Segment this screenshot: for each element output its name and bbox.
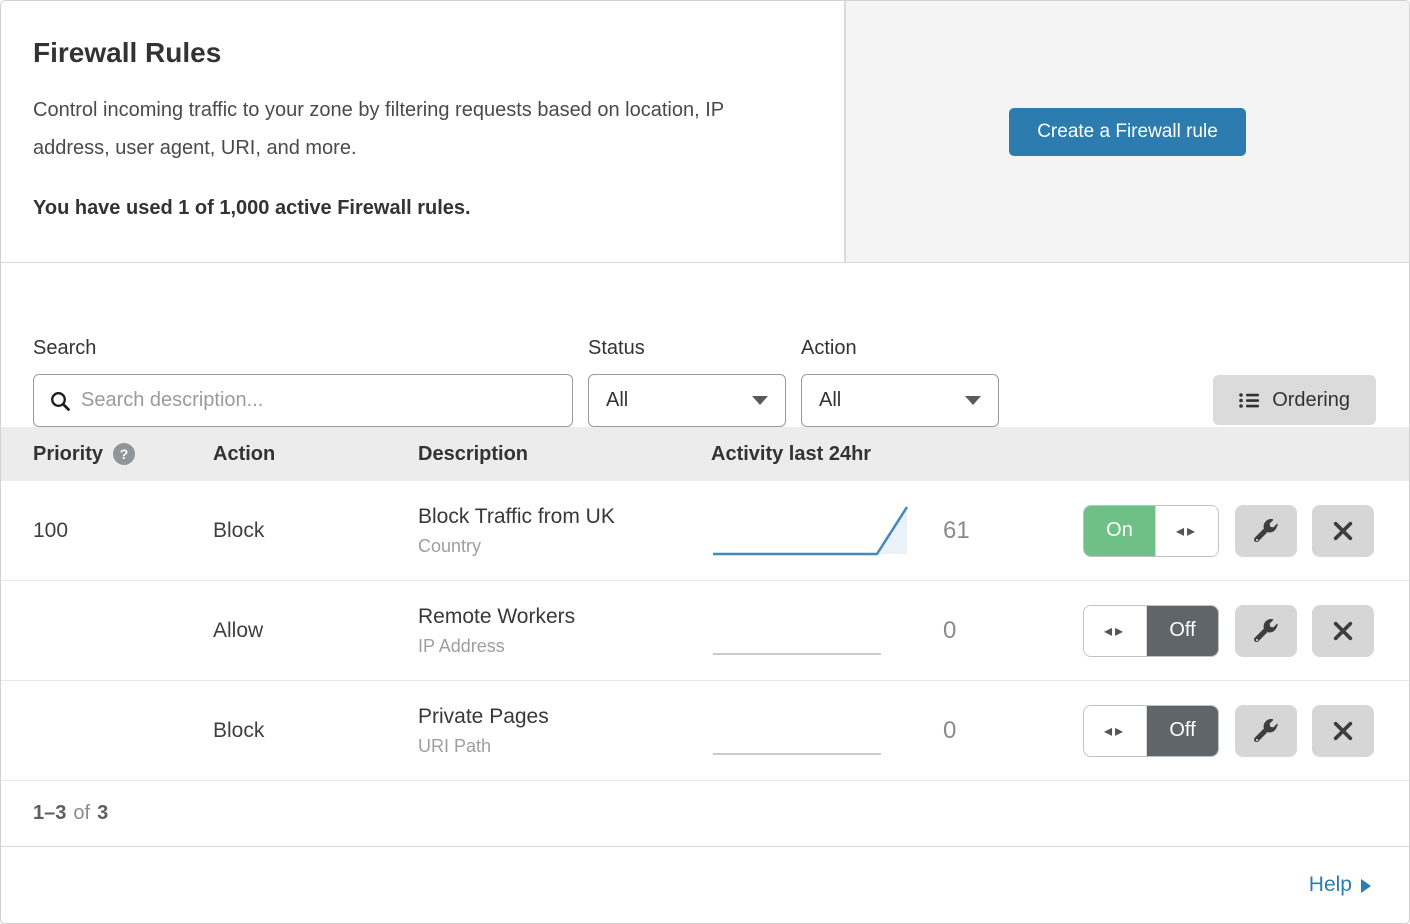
status-label: Status [588,337,786,360]
table-row: Block Private Pages URI Path 0 Off ◂▸ [1,681,1409,781]
search-label: Search [33,337,573,360]
wrench-icon [1254,619,1278,643]
rule-activity: 0 [711,702,1083,760]
rule-activity: 0 [711,602,1083,660]
action-label: Action [801,337,999,360]
table-header: Priority ? Action Description Activity l… [1,427,1409,481]
delete-rule-button[interactable] [1312,505,1374,557]
chevron-down-icon [752,396,768,405]
create-rule-panel: Create a Firewall rule [846,1,1409,262]
toggle-state-label: Off [1147,606,1218,656]
rule-action: Block [213,519,418,543]
rule-type: Country [418,536,711,557]
status-field-group: Status All [588,337,786,427]
pagination-total: 3 [97,802,108,825]
help-link[interactable]: Help [1309,873,1371,897]
list-icon [1239,392,1260,409]
wrench-icon [1254,719,1278,743]
activity-sparkline [711,702,911,760]
column-header-action: Action [213,443,418,466]
action-select-value: All [819,389,841,412]
delete-rule-button[interactable] [1312,705,1374,757]
create-firewall-rule-button[interactable]: Create a Firewall rule [1009,108,1246,156]
wrench-icon [1254,519,1278,543]
search-icon [49,390,71,412]
close-icon [1332,720,1354,742]
enable-toggle[interactable]: On ◂▸ [1083,505,1219,557]
toggle-arrows-icon: ◂▸ [1084,606,1147,656]
rule-description: Remote Workers IP Address [418,605,711,657]
action-select[interactable]: All [801,374,999,427]
ordering-button-label: Ordering [1272,389,1350,412]
edit-rule-button[interactable] [1235,505,1297,557]
rule-description: Block Traffic from UK Country [418,505,711,557]
activity-count: 61 [943,517,970,545]
rule-controls: Off ◂▸ [1083,605,1374,657]
rule-priority: 100 [33,519,213,543]
rule-description-title: Private Pages [418,705,711,729]
close-icon [1332,520,1354,542]
activity-count: 0 [943,717,956,745]
chevron-down-icon [965,396,981,405]
delete-rule-button[interactable] [1312,605,1374,657]
rule-type: IP Address [418,636,711,657]
page-title: Firewall Rules [33,37,812,69]
search-field-group: Search [33,337,573,427]
action-field-group: Action All [801,337,999,427]
usage-note: You have used 1 of 1,000 active Firewall… [33,197,812,220]
toggle-state-label: Off [1147,706,1218,756]
rule-description-title: Block Traffic from UK [418,505,711,529]
close-icon [1332,620,1354,642]
table-row: 100 Block Block Traffic from UK Country … [1,481,1409,581]
top-section: Firewall Rules Control incoming traffic … [1,1,1409,263]
firewall-rules-page: Firewall Rules Control incoming traffic … [0,0,1410,924]
table-row: Allow Remote Workers IP Address 0 Off ◂▸ [1,581,1409,681]
rule-description: Private Pages URI Path [418,705,711,757]
priority-header-label: Priority [33,443,103,466]
status-select-value: All [606,389,628,412]
rule-action: Allow [213,619,418,643]
help-icon[interactable]: ? [113,443,135,465]
column-header-activity: Activity last 24hr [711,443,1374,466]
toggle-state-label: On [1084,506,1155,556]
help-bar: Help [1,847,1409,923]
help-link-label: Help [1309,873,1352,897]
pagination-range: 1–3 [33,802,66,825]
rule-controls: On ◂▸ [1083,505,1374,557]
status-select[interactable]: All [588,374,786,427]
page-description: Control incoming traffic to your zone by… [33,91,793,167]
rule-activity: 61 [711,502,1083,560]
activity-sparkline [711,602,911,660]
toggle-arrows-icon: ◂▸ [1084,706,1147,756]
pagination-of: of [73,802,90,825]
pagination: 1–3 of 3 [1,781,1409,847]
enable-toggle[interactable]: Off ◂▸ [1083,705,1219,757]
activity-sparkline [711,502,911,560]
edit-rule-button[interactable] [1235,605,1297,657]
activity-count: 0 [943,617,956,645]
ordering-button[interactable]: Ordering [1213,375,1376,425]
intro-panel: Firewall Rules Control incoming traffic … [1,1,846,262]
search-input[interactable] [33,374,573,427]
rule-description-title: Remote Workers [418,605,711,629]
rule-controls: Off ◂▸ [1083,705,1374,757]
filters-bar: Search Status All Action All [1,263,1409,427]
column-header-description: Description [418,443,711,466]
rule-action: Block [213,719,418,743]
enable-toggle[interactable]: Off ◂▸ [1083,605,1219,657]
column-header-priority: Priority ? [33,443,213,466]
search-input-field[interactable] [81,389,560,412]
rule-type: URI Path [418,736,711,757]
toggle-arrows-icon: ◂▸ [1155,506,1218,556]
arrow-right-icon [1361,879,1371,893]
edit-rule-button[interactable] [1235,705,1297,757]
